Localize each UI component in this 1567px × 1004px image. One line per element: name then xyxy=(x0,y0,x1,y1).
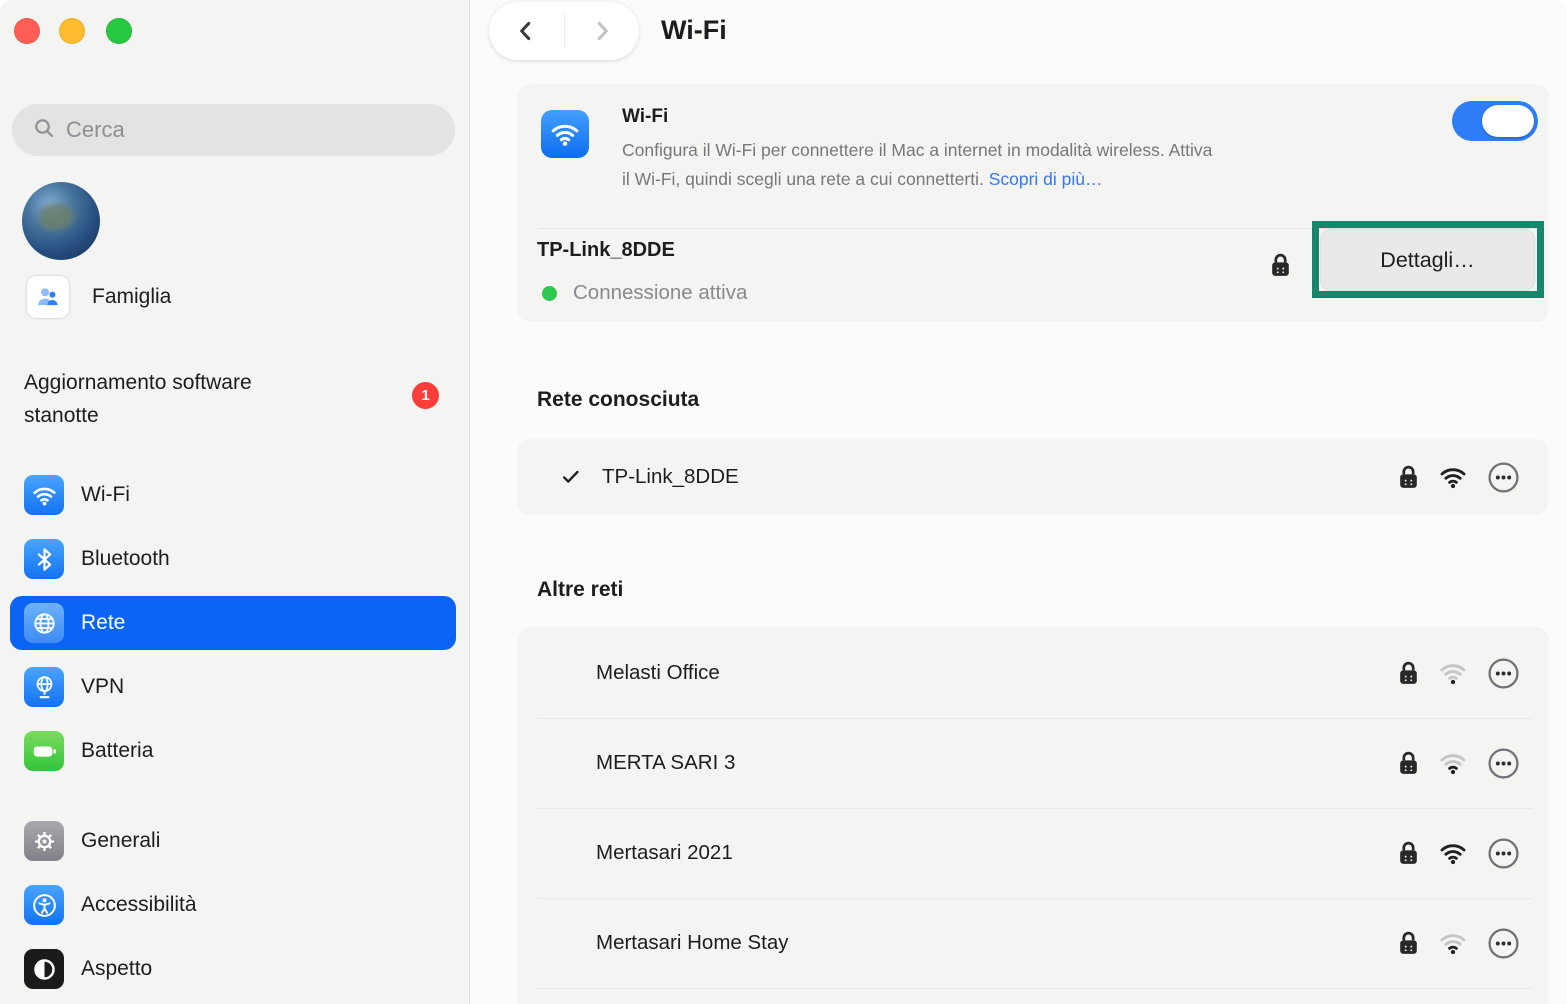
family-label: Famiglia xyxy=(92,285,171,309)
learn-more-link[interactable]: Scopri di più… xyxy=(989,169,1103,189)
window-minimize-button[interactable] xyxy=(59,18,85,44)
network-row-icons xyxy=(1398,461,1520,494)
current-network-status: Connessione attiva xyxy=(542,281,747,305)
wifi-toggle[interactable] xyxy=(1452,101,1538,141)
sidebar-nav-general-group: Generali Accessibilità Aspetto xyxy=(10,809,456,1001)
lock-icon xyxy=(1398,840,1419,867)
sidebar-item-software-update[interactable]: Aggiornamento software stanotte 1 xyxy=(24,366,448,432)
wifi-card-title: Wi-Fi xyxy=(622,106,668,128)
lock-icon xyxy=(1398,930,1419,957)
network-row-icons xyxy=(1398,837,1520,870)
lock-icon xyxy=(1398,660,1419,687)
sidebar-item-network[interactable]: Rete xyxy=(10,596,456,650)
sidebar: Famiglia Aggiornamento software stanotte… xyxy=(0,0,470,1004)
wifi-description-line2: il Wi-Fi, quindi scegli una rete a cui c… xyxy=(622,169,984,189)
network-row[interactable]: Mertasari 2021 xyxy=(518,808,1548,898)
system-settings-window: Famiglia Aggiornamento software stanotte… xyxy=(0,0,1567,1004)
toggle-knob xyxy=(1482,105,1534,137)
network-row-icons xyxy=(1398,927,1520,960)
signal-strength-icon xyxy=(1438,838,1468,868)
network-name: Mertasari 2021 xyxy=(596,841,733,865)
other-networks-card: Melasti Office xyxy=(518,628,1548,1004)
sidebar-item-label: Accessibilità xyxy=(81,893,197,917)
bluetooth-icon xyxy=(24,539,64,579)
sidebar-item-label: Aspetto xyxy=(81,957,152,981)
wifi-icon xyxy=(24,475,64,515)
network-row[interactable]: MERTA SARI 3 xyxy=(518,718,1548,808)
status-text: Connessione attiva xyxy=(573,281,747,305)
wifi-settings-card: Wi-Fi Configura il Wi-Fi per connettere … xyxy=(518,85,1548,321)
search-field[interactable] xyxy=(12,104,455,156)
connected-status-dot xyxy=(542,286,557,301)
network-name: Mertasari Home Stay xyxy=(596,931,789,955)
sidebar-item-appearance[interactable]: Aspetto xyxy=(10,937,456,1001)
wifi-description: Configura il Wi-Fi per connettere il Mac… xyxy=(622,136,1212,194)
current-network-name: TP-Link_8DDE xyxy=(537,239,675,262)
known-network-card[interactable]: TP-Link_8DDE xyxy=(518,440,1548,514)
sidebar-item-label: Batteria xyxy=(81,739,153,763)
search-input[interactable] xyxy=(66,117,396,143)
network-row-icons xyxy=(1398,657,1520,690)
sidebar-item-general[interactable]: Generali xyxy=(10,809,456,873)
search-icon xyxy=(32,116,56,145)
gear-icon xyxy=(24,821,64,861)
wifi-description-line1: Configura il Wi-Fi per connettere il Mac… xyxy=(622,136,1212,165)
sidebar-item-battery[interactable]: Batteria xyxy=(10,719,456,783)
network-name: Melasti Office xyxy=(596,661,720,685)
known-network-section-title: Rete conosciuta xyxy=(537,388,699,412)
more-options-button[interactable] xyxy=(1487,927,1520,960)
sidebar-item-label: Generali xyxy=(81,829,160,853)
accessibility-icon xyxy=(24,885,64,925)
network-name: TP-Link_8DDE xyxy=(602,465,739,489)
signal-strength-icon xyxy=(1438,462,1468,492)
more-options-button[interactable] xyxy=(1487,657,1520,690)
sidebar-item-label: Wi-Fi xyxy=(81,483,130,507)
vpn-icon xyxy=(24,667,64,707)
software-update-label: Aggiornamento software stanotte xyxy=(24,366,324,432)
window-zoom-button[interactable] xyxy=(106,18,132,44)
other-networks-section-title: Altre reti xyxy=(537,578,623,602)
sidebar-item-label: VPN xyxy=(81,675,124,699)
network-name: MERTA SARI 3 xyxy=(596,751,735,775)
lock-icon xyxy=(1270,252,1291,279)
signal-strength-icon xyxy=(1438,928,1468,958)
profile-avatar[interactable] xyxy=(22,182,100,260)
network-row[interactable]: Melasti Office xyxy=(518,628,1548,718)
details-button[interactable]: Dettagli… xyxy=(1321,230,1534,290)
wifi-app-icon xyxy=(541,110,589,158)
main-panel: Wi-Fi Wi-Fi Configura il Wi-Fi per conne… xyxy=(471,0,1567,1004)
lock-icon xyxy=(1398,750,1419,777)
network-globe-icon xyxy=(24,603,64,643)
sidebar-item-bluetooth[interactable]: Bluetooth xyxy=(10,527,456,591)
appearance-icon xyxy=(24,949,64,989)
navigation-pill xyxy=(489,2,639,60)
more-options-button[interactable] xyxy=(1487,837,1520,870)
network-row[interactable]: Mertasari Home Stay xyxy=(518,898,1548,988)
more-options-button[interactable] xyxy=(1487,747,1520,780)
more-options-button[interactable] xyxy=(1487,461,1520,494)
signal-strength-icon xyxy=(1438,658,1468,688)
window-close-button[interactable] xyxy=(14,18,40,44)
sidebar-item-vpn[interactable]: VPN xyxy=(10,655,456,719)
sidebar-item-accessibility[interactable]: Accessibilità xyxy=(10,873,456,937)
lock-icon xyxy=(1398,464,1419,491)
sidebar-item-family[interactable]: Famiglia xyxy=(27,276,171,318)
family-sharing-icon xyxy=(27,276,69,318)
sidebar-item-wifi[interactable]: Wi-Fi xyxy=(10,463,456,527)
checkmark-icon xyxy=(560,466,586,488)
back-button[interactable] xyxy=(489,2,564,60)
sidebar-nav-network-group: Wi-Fi Bluetooth Rete xyxy=(10,463,456,783)
page-title: Wi-Fi xyxy=(661,15,727,46)
network-row-icons xyxy=(1398,747,1520,780)
forward-button[interactable] xyxy=(565,2,640,60)
signal-strength-icon xyxy=(1438,748,1468,778)
sidebar-item-label: Bluetooth xyxy=(81,547,170,571)
battery-icon xyxy=(24,731,64,771)
update-count-badge: 1 xyxy=(412,382,439,409)
sidebar-item-label: Rete xyxy=(81,611,125,635)
